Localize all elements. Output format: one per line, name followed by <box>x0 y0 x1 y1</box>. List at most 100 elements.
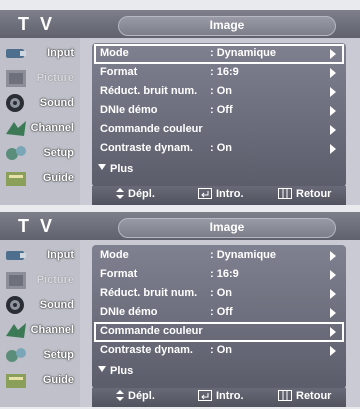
picture-icon <box>6 272 26 289</box>
sidebar: Input Picture Sound Channel Setup Guide <box>0 38 80 205</box>
setup-icon <box>6 146 26 160</box>
setup-icon <box>6 348 26 362</box>
sidebar-item-label: Setup <box>43 349 74 361</box>
footer-move-label: Dépl. <box>128 390 155 402</box>
down-arrow-icon <box>98 366 106 372</box>
row-label: Commande couleur <box>100 123 203 135</box>
row-value: : On <box>210 287 232 299</box>
row-label: Réduct. bruit num. <box>100 85 198 97</box>
row-label: Mode <box>100 249 129 261</box>
row-value: : On <box>210 344 232 356</box>
row-label: Contraste dynam. <box>100 142 193 154</box>
sidebar-item-input[interactable]: Input <box>4 43 78 66</box>
footer-enter: Intro. <box>198 188 244 200</box>
menu-row-mode[interactable]: Mode : Dynamique <box>94 44 344 64</box>
menu-row-noise-reduction[interactable]: Réduct. bruit num. : On <box>96 286 342 302</box>
more-button[interactable]: Plus <box>98 163 133 175</box>
menu-row-format[interactable]: Format : 16:9 <box>96 65 342 81</box>
right-arrow-icon <box>330 289 336 299</box>
more-button[interactable]: Plus <box>98 365 133 377</box>
right-arrow-icon <box>330 308 336 318</box>
right-arrow-icon <box>330 346 336 356</box>
menu-panel: Mode : Dynamique Format : 16:9 Réduct. b… <box>92 245 346 389</box>
enter-icon <box>198 390 212 401</box>
right-arrow-icon <box>330 106 336 116</box>
footer-bar: Dépl. Intro. Retour <box>92 388 346 407</box>
sidebar-item-label: Channel <box>30 324 74 336</box>
updown-arrow-icon <box>116 188 124 199</box>
sidebar-item-channel[interactable]: Channel <box>4 320 78 343</box>
sidebar: Input Picture Sound Channel Setup Guide <box>0 240 80 407</box>
row-label: Format <box>100 66 138 78</box>
footer-back-label: Retour <box>296 390 332 402</box>
return-icon <box>278 188 292 199</box>
sidebar-item-sound[interactable]: Sound <box>4 295 78 318</box>
sidebar-item-picture[interactable]: Picture <box>4 68 78 91</box>
menu-panel: Mode : Dynamique Format : 16:9 Réduct. b… <box>92 43 346 187</box>
row-value: : On <box>210 142 232 154</box>
sidebar-item-label: Picture <box>36 72 74 84</box>
row-value: : On <box>210 85 232 97</box>
row-label: Mode <box>100 47 129 59</box>
sidebar-item-setup[interactable]: Setup <box>4 345 78 368</box>
sidebar-item-label: Picture <box>36 274 74 286</box>
sidebar-item-guide[interactable]: Guide <box>4 168 78 191</box>
footer-enter-label: Intro. <box>216 390 244 402</box>
footer-back-label: Retour <box>296 188 332 200</box>
menu-row-color-control[interactable]: Commande couleur <box>94 322 344 342</box>
row-label: DNIe démo <box>100 104 158 116</box>
tv-label: T V <box>18 14 56 34</box>
sidebar-item-setup[interactable]: Setup <box>4 143 78 166</box>
row-value: : Off <box>210 306 233 318</box>
top-bar: T V Image <box>0 212 360 240</box>
right-arrow-icon <box>330 270 336 280</box>
sidebar-item-guide[interactable]: Guide <box>4 370 78 393</box>
row-value: : 16:9 <box>210 66 239 78</box>
row-label: Commande couleur <box>100 325 203 337</box>
footer-back: Retour <box>278 390 331 402</box>
sidebar-item-label: Input <box>47 47 74 59</box>
menu-row-noise-reduction[interactable]: Réduct. bruit num. : On <box>96 84 342 100</box>
menu-row-dynamic-contrast[interactable]: Contraste dynam. : On <box>96 343 342 359</box>
row-label: DNIe démo <box>100 306 158 318</box>
sidebar-item-label: Sound <box>39 299 74 311</box>
footer-enter: Intro. <box>198 390 244 402</box>
sidebar-item-label: Channel <box>30 122 74 134</box>
channel-icon <box>6 121 26 136</box>
updown-arrow-icon <box>116 390 124 401</box>
sound-icon <box>6 296 24 314</box>
row-value: : Dynamique <box>210 47 277 59</box>
tv-menu-screen-1: T V Image Input Picture Sound Channel Se… <box>0 10 360 205</box>
menu-row-dnie-demo[interactable]: DNIe démo : Off <box>96 103 342 119</box>
right-arrow-icon <box>330 125 336 135</box>
footer-move: Dépl. <box>116 188 155 200</box>
sidebar-item-picture[interactable]: Picture <box>4 270 78 293</box>
row-value: : Dynamique <box>210 249 277 261</box>
channel-icon <box>6 323 26 338</box>
sidebar-item-sound[interactable]: Sound <box>4 93 78 116</box>
right-arrow-icon <box>330 49 336 59</box>
menu-row-mode[interactable]: Mode : Dynamique <box>96 248 342 264</box>
menu-row-dynamic-contrast[interactable]: Contraste dynam. : On <box>96 141 342 157</box>
footer-bar: Dépl. Intro. Retour <box>92 186 346 205</box>
menu-row-format[interactable]: Format : 16:9 <box>96 267 342 283</box>
menu-title: Image <box>209 18 245 32</box>
right-arrow-icon <box>330 144 336 154</box>
input-icon <box>6 251 26 260</box>
sidebar-item-label: Input <box>47 249 74 261</box>
enter-icon <box>198 188 212 199</box>
row-label: Contraste dynam. <box>100 344 193 356</box>
menu-title: Image <box>209 220 245 234</box>
menu-row-dnie-demo[interactable]: DNIe démo : Off <box>96 305 342 321</box>
right-arrow-icon <box>330 68 336 78</box>
guide-icon <box>6 374 26 388</box>
top-bar: T V Image <box>0 10 360 38</box>
right-arrow-icon <box>330 87 336 97</box>
sidebar-item-input[interactable]: Input <box>4 245 78 268</box>
sidebar-item-channel[interactable]: Channel <box>4 118 78 141</box>
row-value: : Off <box>210 104 233 116</box>
row-value: : 16:9 <box>210 268 239 280</box>
footer-enter-label: Intro. <box>216 188 244 200</box>
right-arrow-icon <box>330 327 336 337</box>
menu-row-color-control[interactable]: Commande couleur <box>96 122 342 138</box>
